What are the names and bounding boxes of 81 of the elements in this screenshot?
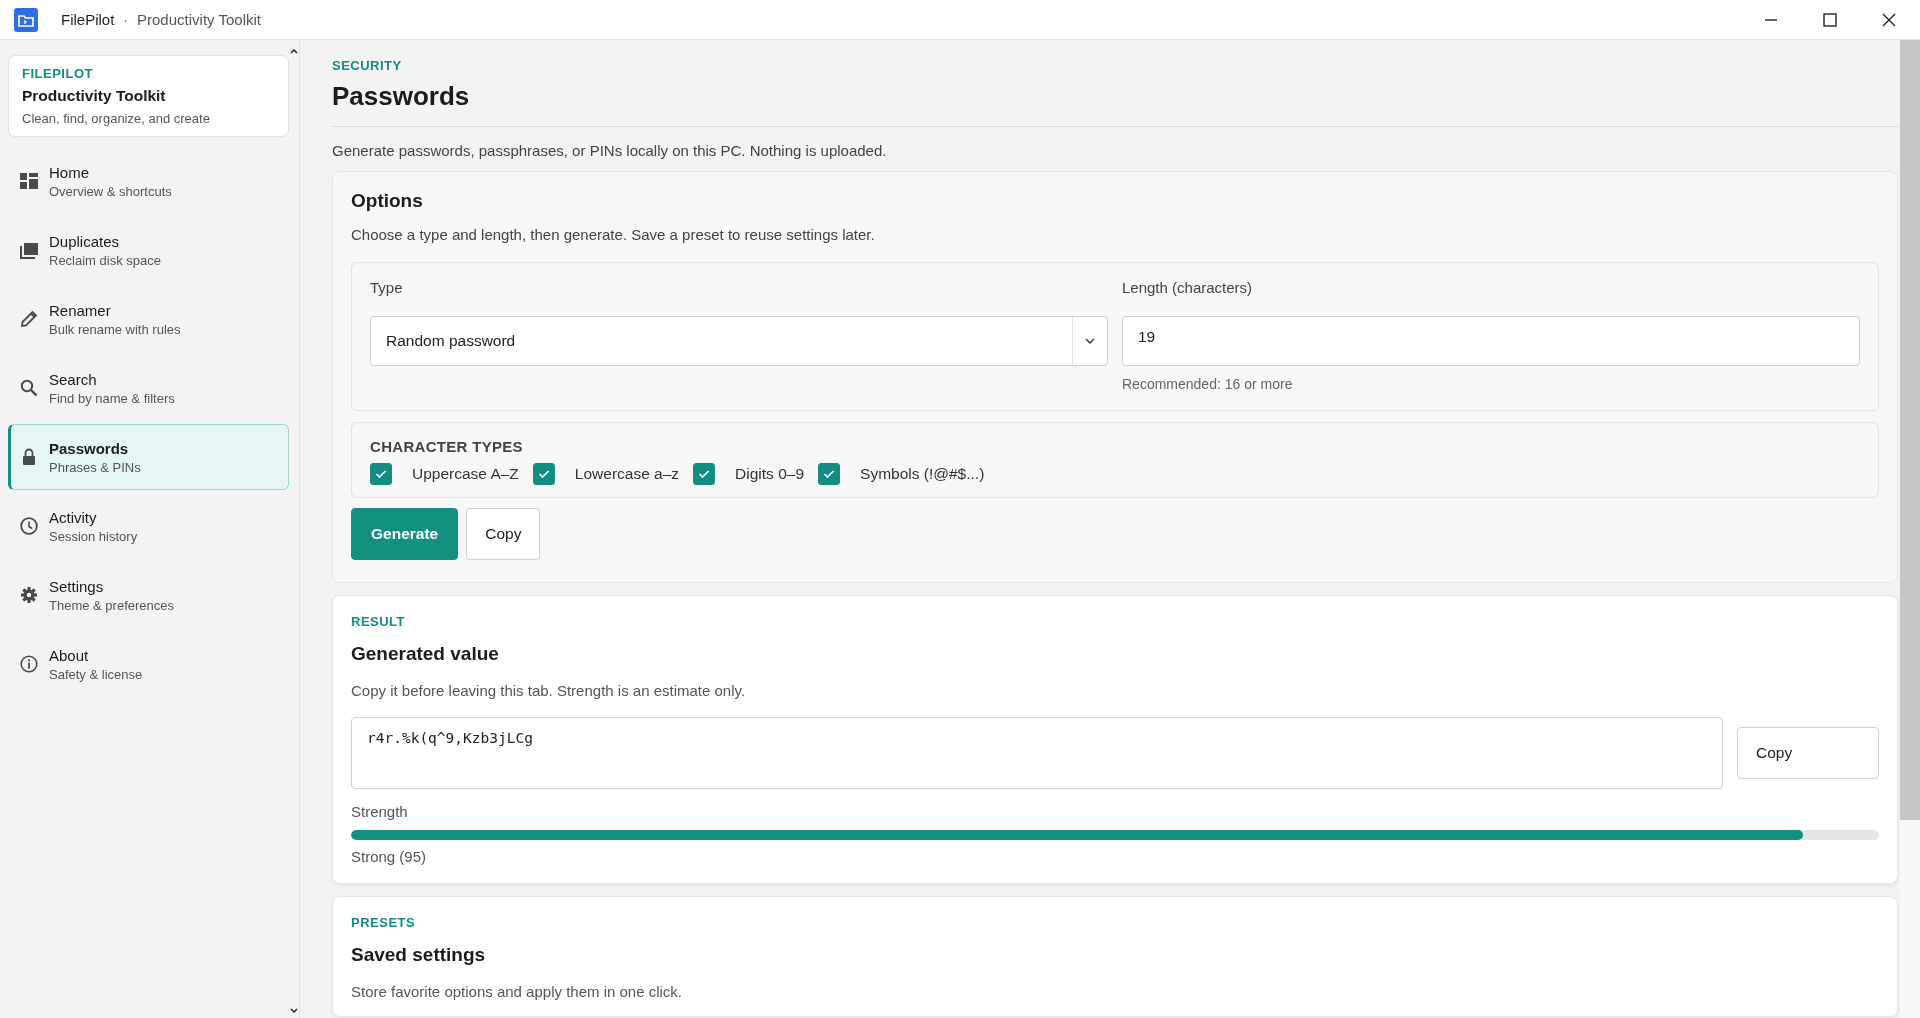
stack-icon — [20, 241, 38, 259]
nav-item[interactable]: Search Find by name & filters — [8, 355, 290, 421]
field-label: Type — [370, 279, 404, 296]
gear-icon — [20, 586, 38, 604]
card-eyebrow: RESULT — [351, 614, 407, 629]
strength-label: Strength — [351, 803, 409, 820]
clock-icon — [20, 517, 38, 535]
check-icon — [537, 469, 550, 479]
nav-item-caption: Phrases & PINs — [49, 459, 141, 475]
nav-item-label: About — [49, 646, 90, 664]
nav-item-label: Settings — [49, 577, 105, 595]
card-title: Options — [351, 190, 424, 212]
search-icon — [20, 379, 38, 397]
checkbox[interactable] — [818, 463, 841, 485]
nav-item-caption: Find by name & filters — [49, 390, 175, 406]
check-icon — [698, 469, 711, 479]
card-description: Choose a type and length, then generate. Save a preset to reuse settings later. — [351, 226, 876, 243]
generate-button[interactable]: Generate — [351, 508, 459, 560]
nav-item-label: Activity — [49, 508, 98, 526]
close-icon[interactable] — [1882, 12, 1896, 27]
card-title: Generated value — [351, 643, 500, 665]
scrollbar[interactable] — [1900, 40, 1920, 1018]
panel-heading: CHARACTER TYPES — [370, 438, 524, 455]
nav-item[interactable]: Renamer Bulk rename with rules — [8, 286, 290, 352]
type-select[interactable]: Random password — [370, 316, 1108, 366]
scroll-up-icon[interactable] — [290, 48, 298, 54]
checkbox[interactable] — [532, 463, 555, 485]
strength-reading: Strong (95) — [351, 848, 428, 865]
nav-item-caption: Safety & license — [49, 666, 143, 682]
card-description: Copy it before leaving this tab. Strength is an estimate only. — [351, 682, 747, 699]
nav-item-label: Home — [49, 163, 90, 181]
pencil-icon — [20, 310, 38, 328]
brand-eyebrow: FILEPILOT — [22, 66, 94, 81]
checkbox[interactable] — [370, 463, 392, 485]
card-title: Saved settings — [351, 944, 487, 966]
nav-item-caption: Theme & preferences — [49, 597, 174, 613]
chevron-icon — [1085, 338, 1095, 344]
copy-button[interactable]: Copy — [1737, 727, 1879, 779]
field-hint: Recommended: 16 or more — [1122, 376, 1294, 392]
copy-button[interactable]: Copy — [466, 508, 541, 560]
field-label: Length (characters) — [1122, 279, 1254, 296]
info-icon — [20, 655, 38, 673]
window-title: Productivity Toolkit — [137, 11, 261, 28]
check-icon — [823, 469, 836, 479]
check-icon — [375, 469, 387, 479]
nav-item[interactable]: Duplicates Reclaim disk space — [8, 217, 290, 283]
nav-item-caption: Overview & shortcuts — [49, 183, 172, 199]
nav-item[interactable]: Activity Session history — [8, 493, 290, 559]
nav-item-label: Passwords — [49, 439, 130, 457]
nav-item-label: Renamer — [49, 301, 112, 319]
app-logo-icon — [14, 7, 38, 32]
nav-item-caption: Reclaim disk space — [49, 252, 161, 268]
page-title: Passwords — [332, 81, 471, 112]
nav-item-caption: Session history — [49, 528, 138, 544]
checkbox-label: Symbols (!@#$...) — [860, 465, 985, 483]
page-description: Generate passwords, passphrases, or PINs locally on this PC. Nothing is uploaded. — [332, 142, 888, 159]
card-description: Store favorite options and apply them in one click. — [351, 983, 684, 1000]
nav-item-label: Search — [49, 370, 98, 388]
lock-icon — [22, 448, 36, 466]
brand-tagline: Clean, find, organize, and create — [22, 111, 211, 126]
checkbox-label: Digits 0–9 — [735, 465, 805, 483]
nav-item-caption: Bulk rename with rules — [49, 321, 181, 337]
grid-icon — [20, 172, 38, 190]
card-eyebrow: PRESETS — [351, 915, 417, 930]
scroll-down-icon[interactable] — [290, 1008, 298, 1014]
app-name: FilePilot — [61, 11, 115, 28]
title-separator: · — [123, 11, 129, 28]
output-field[interactable]: r4r.%k(q^9,Kzb3jLCg — [351, 717, 1723, 789]
length-field[interactable]: 19 — [1122, 316, 1860, 366]
checkbox[interactable] — [693, 463, 716, 485]
brand-title: Productivity Toolkit — [22, 87, 167, 105]
nav-item[interactable]: Settings Theme & preferences — [8, 562, 290, 628]
checkbox-label: Uppercase A–Z — [412, 465, 519, 483]
checkbox-label: Lowercase a–z — [574, 465, 680, 483]
maximize-icon[interactable] — [1823, 12, 1837, 27]
nav-item-label: Duplicates — [49, 232, 121, 250]
nav-item[interactable]: About Safety & license — [8, 631, 290, 697]
section-eyebrow: SECURITY — [332, 58, 403, 73]
scrollbar-thumb[interactable] — [1900, 40, 1920, 820]
nav-item[interactable]: Passwords Phrases & PINs — [8, 424, 290, 490]
nav-item[interactable]: Home Overview & shortcuts — [8, 148, 290, 214]
